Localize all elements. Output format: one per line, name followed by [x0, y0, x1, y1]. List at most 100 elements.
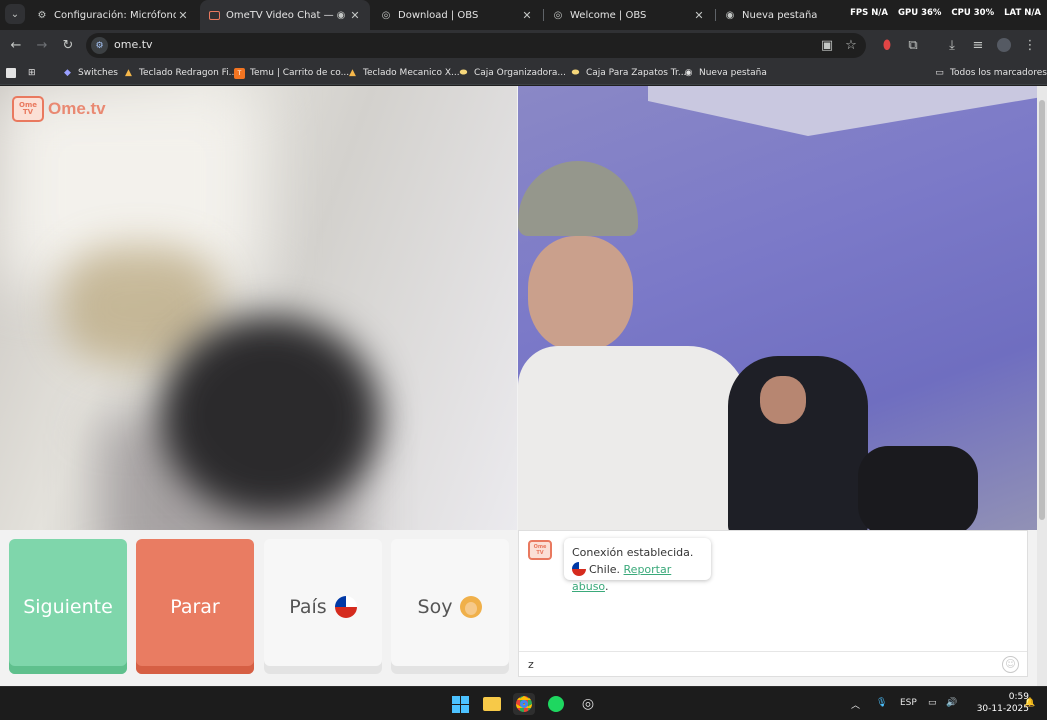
bookmark-label: Caja Para Zapatos Tr...	[586, 68, 687, 78]
country-line: Chile. Reportar abuso.	[572, 561, 703, 595]
next-button[interactable]: Siguiente	[9, 539, 127, 674]
reload-icon[interactable]: ↻	[60, 37, 76, 53]
bookmark-icon: ▲	[125, 68, 132, 78]
report-period: .	[604, 580, 609, 593]
url-text[interactable]: ome.tv	[114, 38, 153, 51]
chat-input[interactable]: z ☺	[519, 651, 1027, 677]
stop-button[interactable]: Parar	[136, 539, 254, 674]
system-message: Conexión establecida. Chile. Reportar ab…	[564, 538, 711, 593]
video-person-cap	[518, 161, 638, 236]
square-icon[interactable]	[6, 66, 16, 80]
chrome-icon: ◉	[725, 9, 735, 21]
close-icon[interactable]: ✕	[348, 9, 362, 22]
bookmark-nueva-pestana[interactable]: ◉ Nueva pestaña	[683, 66, 767, 80]
forward-arrow-icon[interactable]: →	[34, 37, 50, 53]
tab-ometv[interactable]: OmeTV Video Chat — Ome ◉ ✕	[200, 0, 370, 30]
tab-title: Nueva pestaña	[742, 9, 818, 21]
file-explorer-icon[interactable]	[481, 693, 503, 715]
bookmark-caja-organizadora[interactable]: ⬬ Caja Organizadora...	[458, 66, 566, 80]
woman-emoji-icon	[460, 595, 483, 618]
folder-icon: ▭	[935, 68, 944, 78]
windows-start-icon[interactable]	[449, 693, 471, 715]
video-person-face	[760, 376, 806, 424]
cpu-readout: CPU 30%	[951, 8, 995, 18]
gender-button-label: Soy	[417, 595, 453, 618]
download-icon[interactable]: ⤓	[944, 37, 960, 53]
performance-overlay: FPS N/A GPU 36% CPU 30% LAT N/A	[850, 8, 1041, 18]
network-icon[interactable]: ▭	[928, 698, 937, 708]
tab-welcome-obs[interactable]: ◎ Welcome | OBS ✕	[544, 0, 714, 30]
windows-taskbar: ◎ ︿ 🎙 ESP ▭ 🔊 0:59 30-11-2025 🔔	[0, 686, 1047, 720]
extensions-puzzle-icon[interactable]: ⧉	[905, 37, 921, 53]
back-arrow-icon[interactable]: ←	[8, 37, 24, 53]
bot-badge-text: Ome TV	[533, 544, 547, 556]
chrome-taskbar-icon[interactable]	[513, 693, 535, 715]
gender-button[interactable]: Soy	[391, 539, 509, 674]
tab-title: Download | OBS	[398, 9, 479, 21]
diamond-icon: ◆	[64, 68, 71, 78]
tab-search-button[interactable]: ⌄	[5, 4, 25, 24]
chile-flag-icon	[334, 595, 357, 618]
close-icon[interactable]: ✕	[176, 9, 190, 22]
all-bookmarks-folder[interactable]: ▭ Todos los marcadores	[934, 66, 1047, 80]
cast-icon[interactable]: ▣	[819, 37, 835, 53]
tab-title: OmeTV Video Chat — Ome	[226, 9, 334, 21]
notification-bell-icon[interactable]: 🔔	[1024, 698, 1035, 708]
chat-input-value[interactable]: z	[528, 658, 534, 671]
menu-kebab-icon[interactable]: ⋮	[1022, 37, 1038, 53]
bookmark-label: Temu | Carrito de co...	[250, 68, 350, 78]
fps-readout: FPS N/A	[850, 8, 888, 18]
bookmark-temu[interactable]: T Temu | Carrito de co...	[234, 66, 349, 80]
bookmark-label: Nueva pestaña	[699, 68, 767, 78]
recording-icon: ◉	[336, 9, 346, 21]
close-icon[interactable]: ✕	[692, 9, 706, 22]
bookmark-icon: ⬬	[571, 68, 580, 78]
bookmark-switches[interactable]: ◆ Switches	[62, 66, 118, 80]
chevron-up-icon[interactable]: ︿	[851, 698, 860, 711]
browser-toolbar: ← → ↻ ⚙ ome.tv ▣ ☆ ⬮ ⧉ ⤓ ≡ ⋮	[0, 30, 1047, 61]
next-button-label: Siguiente	[23, 595, 113, 618]
scrollbar[interactable]	[1037, 86, 1047, 530]
video-person-shirt	[518, 346, 748, 530]
chile-flag-icon	[572, 562, 586, 576]
scrollbar-thumb[interactable]	[1039, 100, 1045, 520]
obs-icon: ◎	[553, 9, 563, 21]
bookmark-star-icon[interactable]: ☆	[843, 37, 859, 53]
tab-nueva-pestana[interactable]: ◉ Nueva pestaña	[716, 0, 846, 30]
system-clock[interactable]: 0:59 30-11-2025	[977, 691, 1029, 715]
ometv-page: Ome TV Ome.tv Siguiente Parar País Soy O…	[0, 86, 1047, 686]
bookmark-label: Switches	[78, 68, 118, 78]
report-abuse-link[interactable]: Reportar abuso	[572, 563, 671, 593]
language-indicator[interactable]: ESP	[900, 698, 917, 708]
spotify-icon[interactable]	[545, 693, 567, 715]
address-bar[interactable]: ⚙ ome.tv ▣ ☆	[86, 33, 866, 58]
bookmark-caja-zapatos[interactable]: ⬬ Caja Para Zapatos Tr...	[570, 66, 687, 80]
self-video	[518, 86, 1047, 530]
stop-button-label: Parar	[170, 595, 220, 618]
extension-red-icon[interactable]: ⬮	[879, 37, 895, 53]
bookmark-teclado-mecanico[interactable]: ▲ Teclado Mecanico X...	[347, 66, 460, 80]
close-icon[interactable]: ✕	[520, 9, 534, 22]
emoji-smile-icon[interactable]: ☺	[1002, 656, 1019, 673]
video-bag	[858, 446, 978, 530]
media-list-icon[interactable]: ≡	[970, 37, 986, 53]
obs-taskbar-icon[interactable]: ◎	[577, 693, 599, 715]
page-scrollbar[interactable]	[1037, 530, 1047, 686]
video-person-face	[528, 236, 633, 351]
gear-icon: ⚙	[37, 9, 47, 21]
tab-configuracion[interactable]: ⚙ Configuración: Micrófono ✕	[28, 0, 198, 30]
chrome-icon: ◉	[684, 68, 693, 78]
apps-grid-icon[interactable]: ⊞	[28, 66, 36, 80]
tab-download-obs[interactable]: ◎ Download | OBS ✕	[372, 0, 542, 30]
country-button[interactable]: País	[264, 539, 382, 674]
obs-icon: ◎	[381, 9, 391, 21]
profile-avatar[interactable]	[996, 37, 1012, 53]
ometv-favicon	[208, 9, 220, 21]
video-ceiling	[648, 86, 1047, 136]
volume-icon[interactable]: 🔊	[946, 698, 957, 708]
microphone-icon[interactable]: 🎙	[876, 698, 887, 708]
site-info-icon[interactable]: ⚙	[91, 37, 108, 54]
clock-date: 30-11-2025	[976, 704, 1029, 714]
ometv-logo: Ome TV Ome.tv	[12, 96, 106, 122]
bookmark-teclado-redragon[interactable]: ▲ Teclado Redragon Fi...	[123, 66, 237, 80]
